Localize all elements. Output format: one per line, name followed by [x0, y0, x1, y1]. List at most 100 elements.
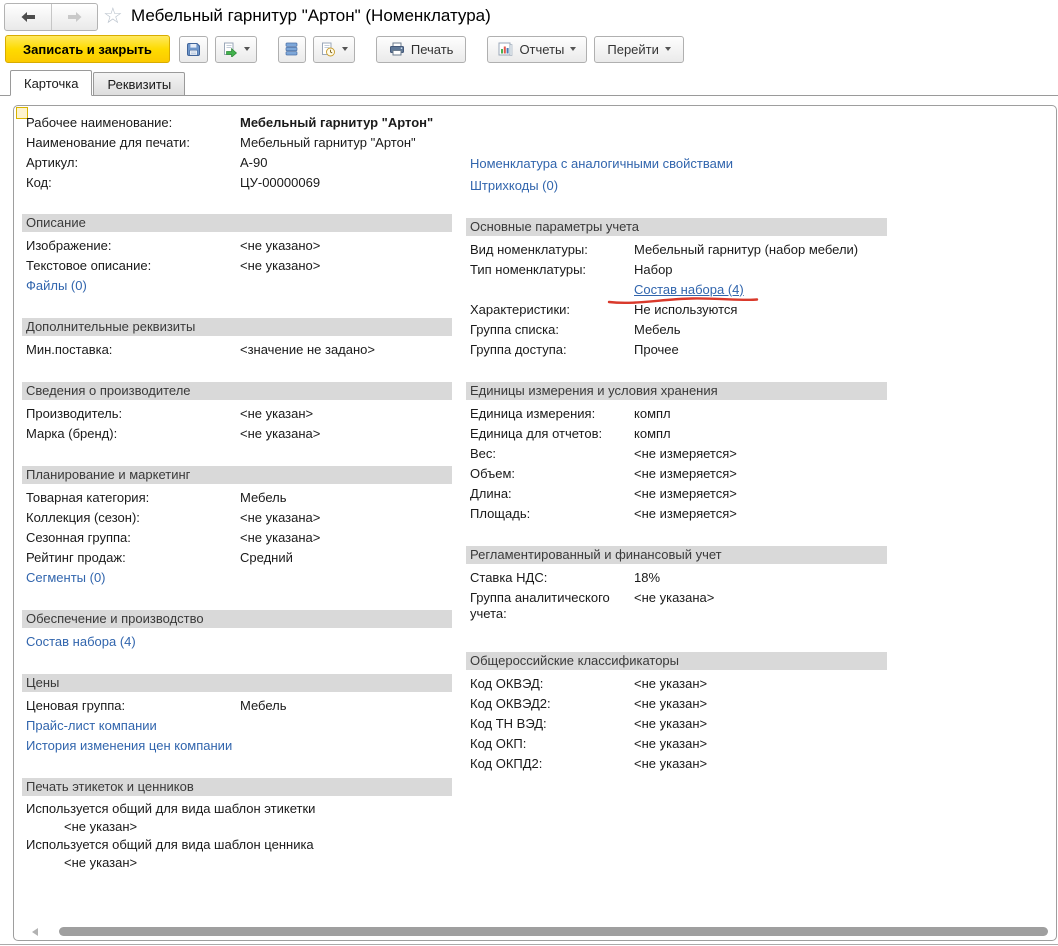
brand-value[interactable]: <не указана> — [240, 424, 452, 444]
nomenclature-type-value[interactable]: Набор — [634, 260, 887, 280]
field-row: Группа доступа: Прочее — [466, 340, 887, 360]
nav-back-button[interactable] — [5, 4, 51, 30]
field-row: Коллекция (сезон): <не указана> — [22, 508, 452, 528]
list-group-value[interactable]: Мебель — [634, 320, 887, 340]
horizontal-scrollbar[interactable] — [32, 927, 1048, 937]
section-prices: Цены Ценовая группа: Мебель Прайс-лист к… — [22, 674, 452, 756]
field-label: Мин.поставка: — [22, 340, 240, 360]
working-name-value[interactable]: Мебельный гарнитур "Артон" — [240, 113, 452, 133]
section-header: Цены — [22, 674, 452, 692]
report-unit-value[interactable]: компл — [634, 424, 887, 444]
okpd2-code-value[interactable]: <не указан> — [634, 754, 887, 774]
goto-button-label: Перейти — [607, 42, 659, 57]
section-header: Основные параметры учета — [466, 218, 887, 236]
field-label: Вес: — [466, 444, 634, 464]
access-group-value[interactable]: Прочее — [634, 340, 887, 360]
scrollbar-thumb[interactable] — [59, 927, 1048, 936]
weight-value[interactable]: <не измеряется> — [634, 444, 887, 464]
manufacturer-value[interactable]: <не указан> — [240, 404, 452, 424]
analytics-group-value[interactable]: <не указана> — [634, 590, 887, 622]
field-row: Единица измерения: компл — [466, 404, 887, 424]
arrow-right-icon — [67, 11, 83, 23]
set-contents-link[interactable]: Состав набора (4) — [26, 634, 136, 649]
collection-value[interactable]: <не указана> — [240, 508, 452, 528]
window: ☆ Мебельный гарнитур "Артон" (Номенклату… — [0, 0, 1058, 946]
change-history-button[interactable] — [313, 36, 355, 63]
section-header: Регламентированный и финансовый учет — [466, 546, 887, 564]
section-header: Сведения о производителе — [22, 382, 452, 400]
code-value[interactable]: ЦУ-00000069 — [240, 173, 452, 193]
similar-nomenclature-link[interactable]: Номенклатура с аналогичными свойствами — [470, 156, 733, 171]
field-row: Изображение: <не указано> — [22, 236, 452, 256]
nav-group — [4, 3, 98, 31]
area-value[interactable]: <не измеряется> — [634, 504, 887, 524]
favorite-star-icon[interactable]: ☆ — [103, 2, 123, 30]
reports-button-label: Отчеты — [519, 42, 564, 57]
scroll-left-icon[interactable] — [32, 928, 38, 936]
article-value[interactable]: А-90 — [240, 153, 452, 173]
price-history-link[interactable]: История изменения цен компании — [26, 738, 232, 753]
save-icon — [186, 42, 201, 57]
tab-card[interactable]: Карточка — [10, 70, 92, 96]
head-fields: Рабочее наименование: Мебельный гарнитур… — [22, 113, 452, 193]
field-label: Ценовая группа: — [22, 696, 240, 716]
save-button[interactable] — [179, 36, 208, 63]
unit-value[interactable]: компл — [634, 404, 887, 424]
section-supply-production: Обеспечение и производство Состав набора… — [22, 610, 452, 652]
tnved-code-value[interactable]: <не указан> — [634, 714, 887, 734]
field-row: Код: ЦУ-00000069 — [22, 173, 452, 193]
structure-button[interactable] — [278, 36, 306, 63]
vat-rate-value[interactable]: 18% — [634, 568, 887, 588]
goto-button[interactable]: Перейти — [594, 36, 684, 63]
sales-rating-value[interactable]: Средний — [240, 548, 452, 568]
barcodes-link[interactable]: Штрихкоды (0) — [470, 178, 558, 193]
reports-button[interactable]: Отчеты — [487, 36, 587, 63]
nav-forward-button[interactable] — [51, 4, 97, 30]
field-row: Вес: <не измеряется> — [466, 444, 887, 464]
label-template-value[interactable]: <не указан> — [22, 818, 452, 836]
tab-requisites[interactable]: Реквизиты — [93, 72, 185, 96]
price-list-link[interactable]: Прайс-лист компании — [26, 718, 157, 733]
field-label: Наименование для печати: — [22, 133, 240, 153]
section-planning: Планирование и маркетинг Товарная катего… — [22, 466, 452, 588]
image-value[interactable]: <не указано> — [240, 236, 452, 256]
form-panel: Рабочее наименование: Мебельный гарнитур… — [13, 105, 1057, 941]
volume-value[interactable]: <не измеряется> — [634, 464, 887, 484]
page-title: Мебельный гарнитур "Артон" (Номенклатура… — [131, 6, 491, 26]
field-row: Рабочее наименование: Мебельный гарнитур… — [22, 113, 452, 133]
field-label: Единица для отчетов: — [466, 424, 634, 444]
okp-code-value[interactable]: <не указан> — [634, 734, 887, 754]
field-row: Объем: <не измеряется> — [466, 464, 887, 484]
post-document-button[interactable] — [215, 36, 257, 63]
print-button[interactable]: Печать — [376, 36, 467, 63]
nomenclature-kind-value[interactable]: Мебельный гарнитур (набор мебели) — [634, 240, 887, 260]
print-name-value[interactable]: Мебельный гарнитур "Артон" — [240, 133, 452, 153]
field-label: Товарная категория: — [22, 488, 240, 508]
segments-link[interactable]: Сегменты (0) — [26, 570, 106, 585]
section-main-accounting: Основные параметры учета Вид номенклатур… — [466, 218, 887, 360]
arrow-left-icon — [20, 11, 36, 23]
section-labels-printing: Печать этикеток и ценников Используется … — [22, 778, 452, 872]
field-row: Вид номенклатуры: Мебельный гарнитур (на… — [466, 240, 887, 260]
okved2-code-value[interactable]: <не указан> — [634, 694, 887, 714]
price-group-value[interactable]: Мебель — [240, 696, 452, 716]
min-supply-value[interactable]: <значение не задано> — [240, 340, 452, 360]
length-value[interactable]: <не измеряется> — [634, 484, 887, 504]
save-close-button[interactable]: Записать и закрыть — [5, 35, 170, 63]
text-description-value[interactable]: <не указано> — [240, 256, 452, 276]
section-header: Дополнительные реквизиты — [22, 318, 452, 336]
season-group-value[interactable]: <не указана> — [240, 528, 452, 548]
price-tag-template-value[interactable]: <не указан> — [22, 854, 452, 872]
files-link[interactable]: Файлы (0) — [26, 278, 87, 293]
document-clock-icon — [320, 42, 336, 57]
field-row: Площадь: <не измеряется> — [466, 504, 887, 524]
section-units-storage: Единицы измерения и условия хранения Еди… — [466, 382, 887, 524]
field-row: Код ОКП: <не указан> — [466, 734, 887, 754]
field-label: Код ОКВЭД: — [466, 674, 634, 694]
product-category-value[interactable]: Мебель — [240, 488, 452, 508]
set-contents-link[interactable]: Состав набора (4) — [634, 282, 744, 297]
field-label: Производитель: — [22, 404, 240, 424]
okved-code-value[interactable]: <не указан> — [634, 674, 887, 694]
field-row: Код ОКПД2: <не указан> — [466, 754, 887, 774]
field-label: Площадь: — [466, 504, 634, 524]
